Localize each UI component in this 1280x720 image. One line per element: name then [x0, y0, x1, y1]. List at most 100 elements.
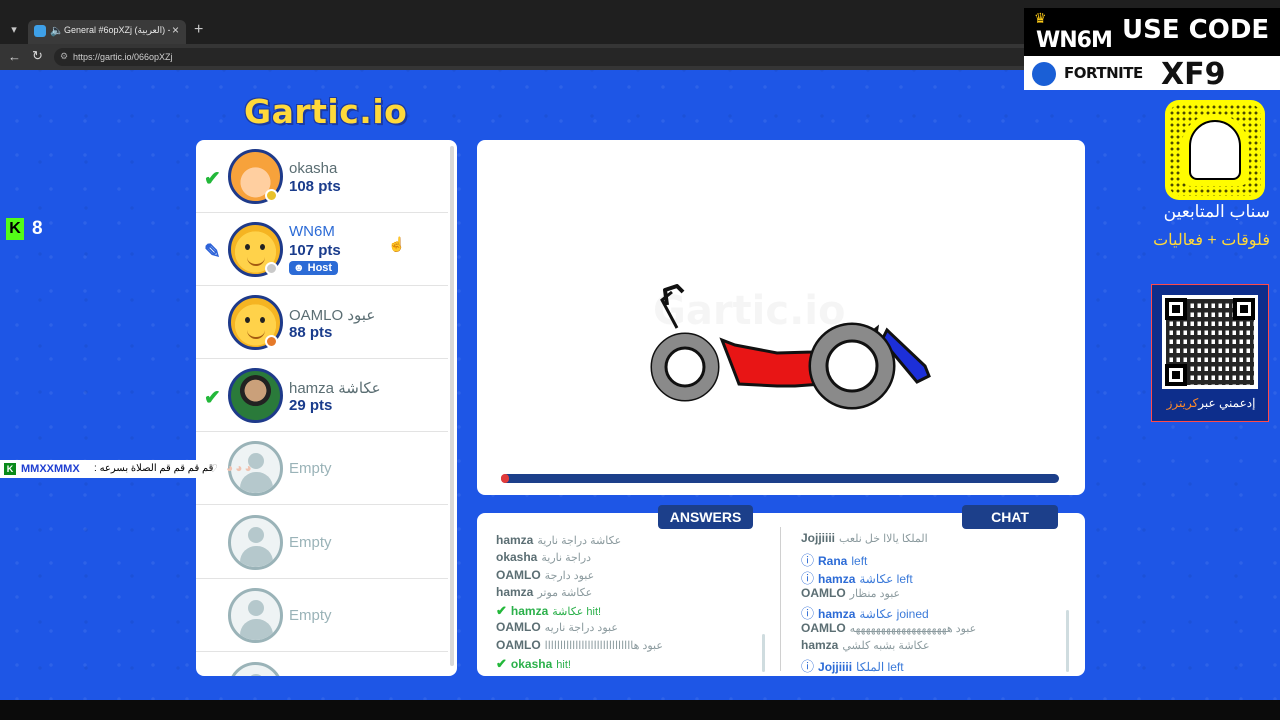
chat-line: OAMLO عبود منظار	[801, 586, 900, 600]
empty-slot-partial	[196, 652, 448, 676]
browser-tab[interactable]: 🔈 General #6opXZj (العربية) - Ga ×	[28, 20, 186, 44]
snap-caption: سناب المتابعين	[1163, 202, 1270, 221]
qr-finder	[1165, 298, 1187, 320]
chat-line: hamza عكاشة بشبه كلشي	[801, 638, 930, 652]
empty-label: Empty	[289, 460, 332, 477]
viewer-count: 8	[32, 218, 43, 239]
url-field[interactable]: ⚙ https://gartic.io/066opXZj	[54, 48, 1034, 66]
chat-info-line: ⓘ hamza عكاشة joined	[801, 603, 929, 622]
answer-line: OAMLO عبود دراجة ناريه	[496, 620, 618, 634]
speaker-icon[interactable]: 🔈	[50, 24, 64, 37]
chat-tab[interactable]: CHAT	[962, 505, 1058, 529]
chat-text: الملكا يالاا خل نلعب	[839, 533, 928, 545]
answer-user: okasha	[496, 550, 538, 564]
player-row[interactable]: ✔ okasha 108 pts	[196, 140, 448, 213]
screen: ▾ 🔈 General #6opXZj (العربية) - Ga × + ←…	[0, 0, 1280, 720]
empty-avatar-icon	[228, 662, 283, 676]
qr-label: إدعمني عبركريترز	[1152, 396, 1270, 410]
host-badge-label: Host	[307, 262, 333, 274]
avatar	[228, 368, 283, 423]
answer-hit-line: ✔ hamza عكاشة hit!	[496, 603, 601, 619]
players-panel: ✔ okasha 108 pts ✎ WN6M 107 pts ☻ Host O…	[196, 140, 457, 676]
hit-check-icon: ✔	[496, 603, 507, 618]
info-icon: ⓘ	[801, 571, 815, 586]
kick-viewers: K 8	[6, 218, 48, 240]
guessed-check-icon: ✔	[204, 387, 221, 409]
answer-line: okasha دراجة نارية	[496, 550, 591, 564]
promo-lower: FORTNITE XF9	[1024, 56, 1280, 92]
chat-ticker: K MMXXMMX : قم قم قم قم الصلاة بسرعه ♡	[0, 460, 222, 478]
chat-line: Jojjiiii الملكا يالاا خل نلعب	[801, 531, 928, 545]
answer-user: okasha	[510, 657, 553, 671]
hit-check-icon: ✔	[496, 656, 507, 671]
promo-use-code: USE CODE	[1122, 15, 1270, 45]
chat-text: عكاشة left	[859, 572, 913, 586]
empty-slot: Empty	[196, 506, 448, 579]
player-score: 88 pts	[289, 324, 333, 341]
info-icon: ⓘ	[801, 659, 815, 674]
chat-user: Rana	[818, 554, 848, 568]
chat-user: Jojjiiii	[818, 660, 853, 674]
chat-user: OAMLO	[801, 621, 846, 635]
crown-icon: ♛	[1034, 10, 1047, 26]
host-badge: ☻ Host	[289, 261, 339, 275]
answer-text: عكاشة hit!	[552, 606, 602, 618]
snapchat-ghost-icon	[1189, 120, 1241, 180]
chat-user: hamza	[818, 572, 856, 586]
site-info-icon[interactable]: ⚙	[60, 51, 68, 62]
chat-user: Jojjiiii	[801, 531, 836, 545]
chat-user: hamza	[818, 607, 856, 621]
player-score: 108 pts	[289, 178, 341, 195]
player-row[interactable]: ✎ WN6M 107 pts ☻ Host	[196, 213, 448, 286]
drawing-canvas[interactable]: Gartic.io	[477, 140, 1085, 495]
answers-scrollbar[interactable]	[762, 634, 765, 672]
empty-avatar-icon	[228, 588, 283, 643]
answer-text: دراجة نارية	[541, 552, 592, 564]
heart-icon: ♡	[208, 463, 218, 475]
promo-code: XF9	[1161, 57, 1226, 92]
answers-list: hamza عكاشة دراجة نارية okasha دراجة نارية…	[496, 533, 766, 673]
answer-user: hamza	[510, 604, 549, 618]
motorcycle-drawing	[650, 284, 931, 410]
chat-text: left	[851, 554, 868, 568]
reload-icon[interactable]: ↻	[32, 48, 43, 64]
answer-line: OAMLO عبود دارجة	[496, 568, 594, 582]
tab-search-icon[interactable]: ▾	[6, 22, 22, 38]
timer-fill	[501, 474, 510, 483]
chat-scrollbar[interactable]	[1066, 610, 1069, 672]
answer-line: OAMLO عبود هااااااااااااااااااااااااااااا	[496, 638, 663, 652]
qr-label-accent: كريترز	[1166, 396, 1199, 410]
answer-line: hamza عكاشة موتر	[496, 585, 592, 599]
back-arrow-icon[interactable]: ←	[8, 49, 21, 64]
qr-label-prefix: إدعمني عبر	[1198, 396, 1256, 410]
player-name: OAMLO عبود	[289, 307, 376, 324]
guessed-check-icon: ✔	[204, 168, 221, 190]
player-score: 29 pts	[289, 397, 333, 414]
drawing-pencil-icon: ✎	[204, 241, 221, 263]
bottom-bar	[0, 700, 1280, 720]
status-dot	[265, 262, 278, 275]
gartic-logo[interactable]: Gartic.io	[244, 92, 407, 131]
player-name: WN6M	[289, 223, 335, 240]
mouse-cursor-icon: ☝	[388, 236, 406, 252]
promo-banner: ♛ WN6M USE CODE FORTNITE XF9	[1024, 8, 1280, 92]
answer-user: OAMLO	[496, 620, 541, 634]
players-scrollbar[interactable]	[450, 146, 454, 666]
snapchat-code	[1165, 100, 1265, 200]
chat-line: OAMLO عبود هههههههههههههههههههه	[801, 621, 976, 635]
url-text: https://gartic.io/066opXZj	[73, 52, 173, 62]
support-qr: إدعمني عبركريترز	[1151, 284, 1269, 422]
info-icon: ⓘ	[801, 553, 815, 568]
kick-icon: K	[6, 218, 24, 240]
empty-slot: Empty	[196, 579, 448, 652]
answer-line: hamza عكاشة دراجة نارية	[496, 533, 621, 547]
answer-text: عبود هااااااااااااااااااااااااااااا	[544, 640, 663, 652]
status-dot	[265, 335, 278, 348]
new-tab-icon[interactable]: +	[194, 21, 203, 39]
chat-text: الملكا left	[856, 660, 904, 674]
answer-hit-line: ✔ okasha hit!	[496, 656, 571, 672]
answers-tab[interactable]: ANSWERS	[658, 505, 753, 529]
player-row[interactable]: ✔ hamza عكاشة 29 pts	[196, 359, 448, 432]
close-tab-icon[interactable]: ×	[172, 23, 179, 37]
player-row[interactable]: OAMLO عبود 88 pts	[196, 286, 448, 359]
